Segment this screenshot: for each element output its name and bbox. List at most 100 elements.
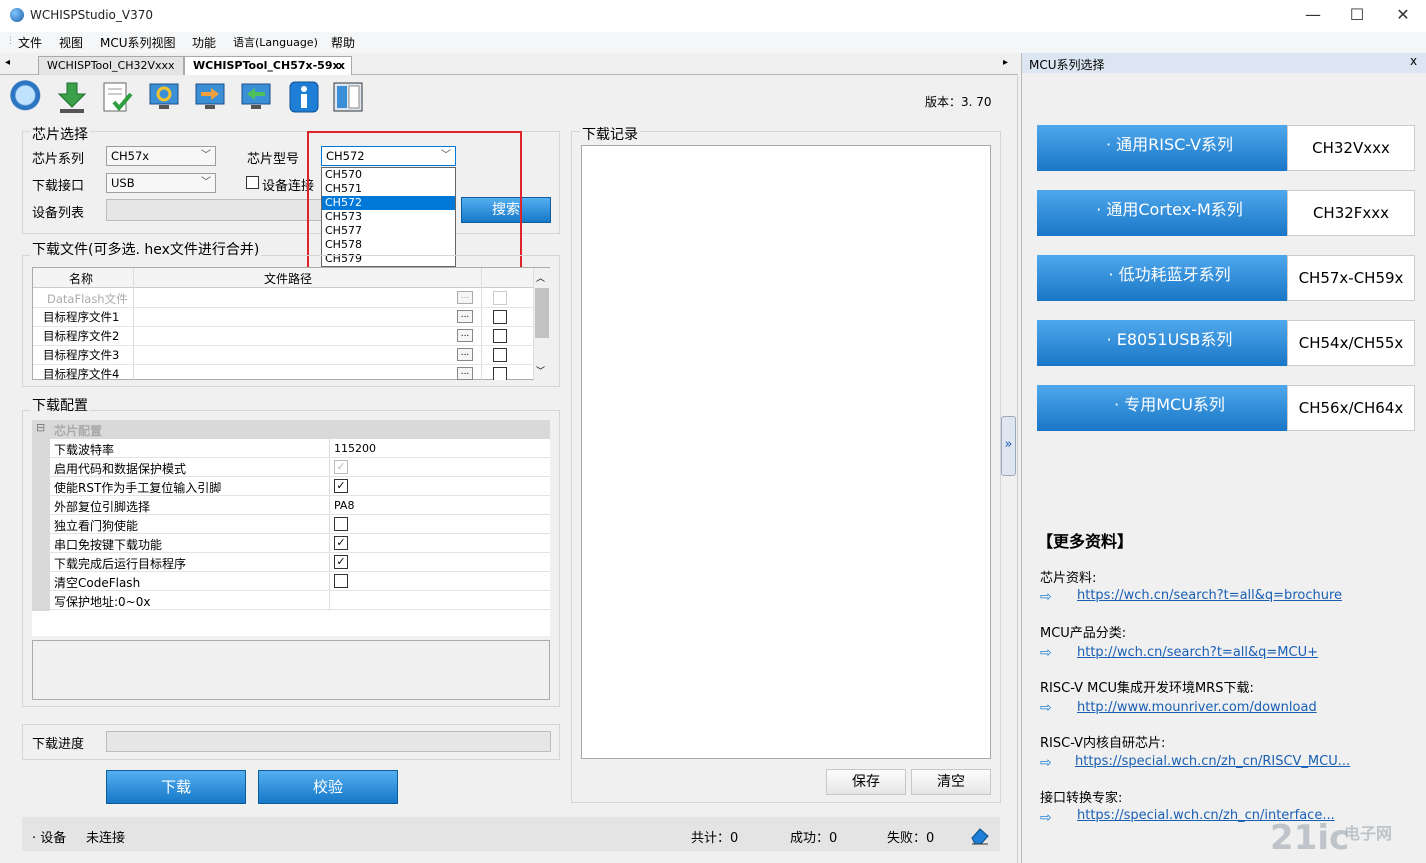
chip-series-select[interactable]: CH57x ﹀: [106, 146, 216, 166]
file-checkbox[interactable]: [493, 367, 507, 380]
info-icon[interactable]: [287, 80, 321, 114]
download-interface-label: 下载接口: [32, 179, 85, 194]
config-row-label: 清空CodeFlash: [54, 576, 141, 590]
tab-ch57x-59x[interactable]: WCHISPTool_CH57x-59x x: [184, 56, 352, 75]
table-scrollbar[interactable]: ︿ ﹀: [533, 268, 550, 381]
config-row-label: 下载完成后运行目标程序: [54, 557, 187, 571]
menu-function[interactable]: 功能: [192, 34, 216, 51]
import-monitor-icon[interactable]: [239, 80, 273, 114]
baud-rate-value[interactable]: 115200: [334, 442, 376, 455]
config-section-title: 芯片配置: [54, 424, 103, 438]
arrow-right-icon: ⇨: [1040, 645, 1052, 661]
tab-scroll-left-icon[interactable]: ◂: [5, 57, 10, 68]
device-list-label: 设备列表: [32, 206, 85, 221]
collapse-panel-button[interactable]: »: [1001, 416, 1016, 476]
scroll-thumb[interactable]: [535, 288, 549, 338]
watchdog-checkbox[interactable]: [334, 517, 348, 531]
verify-icon[interactable]: [100, 80, 134, 114]
browse-button[interactable]: ...: [457, 367, 473, 380]
config-rows: 下载波特率 115200 启用代码和数据保护模式 ✓ 使能RST作为手工复位输入…: [50, 439, 550, 611]
series-name: · 通用RISC-V系列: [1037, 125, 1302, 171]
config-row-label: 串口免按键下载功能: [54, 538, 163, 552]
resource-label: RISC-V内核自研芯片:: [1040, 736, 1166, 751]
config-row-label: 外部复位引脚选择: [54, 500, 151, 514]
download-icon[interactable]: [55, 80, 89, 114]
browse-button[interactable]: ...: [457, 291, 473, 304]
series-cortex-m-button[interactable]: · 通用Cortex-M系列 CH32Fxxx: [1037, 190, 1415, 236]
tab-ch32vxxx[interactable]: WCHISPTool_CH32Vxxx: [38, 56, 184, 75]
resource-label: 接口转换专家:: [1040, 791, 1123, 806]
close-button[interactable]: ✕: [1380, 0, 1426, 32]
app-icon: [10, 8, 24, 22]
file-row-name: 目标程序文件2: [43, 329, 120, 343]
file-checkbox[interactable]: [493, 310, 507, 324]
panel-toggle-icon[interactable]: [331, 80, 365, 114]
resource-link[interactable]: http://wch.cn/search?t=all&q=MCU+: [1077, 645, 1318, 660]
file-checkbox[interactable]: [493, 329, 507, 343]
col-path-header: 文件路径: [264, 272, 313, 286]
minimize-button[interactable]: —: [1290, 0, 1336, 32]
eraser-icon[interactable]: [970, 825, 990, 848]
title-bar: [0, 0, 1426, 32]
file-checkbox[interactable]: [493, 348, 507, 362]
verify-button[interactable]: 校验: [258, 770, 398, 804]
mcu-panel-title: MCU系列选择: [1029, 58, 1105, 72]
menu-language[interactable]: 语言(Language): [233, 34, 318, 50]
run-after-download-checkbox[interactable]: ✓: [334, 555, 348, 569]
search-chip-icon[interactable]: [10, 80, 44, 114]
log-textarea[interactable]: [581, 145, 991, 759]
download-interface-select[interactable]: USB ﹀: [106, 173, 216, 193]
scroll-down-icon[interactable]: ﹀: [536, 364, 545, 377]
config-row-label: 启用代码和数据保护模式: [54, 462, 187, 476]
chip-select-legend: 芯片选择: [30, 124, 90, 144]
window-title: WCHISPStudio_V370: [30, 8, 153, 22]
watermark-sub: 电子网: [1344, 824, 1393, 843]
tab-label: WCHISPTool_CH32Vxxx: [47, 59, 175, 72]
total-count: 共计：0: [691, 831, 739, 846]
maximize-button[interactable]: ☐: [1334, 0, 1380, 32]
tab-close-icon[interactable]: x: [338, 57, 345, 75]
status-bar: [22, 817, 1000, 851]
mcu-panel-close-icon[interactable]: x: [1410, 54, 1417, 68]
browse-button[interactable]: ...: [457, 348, 473, 361]
browse-button[interactable]: ...: [457, 310, 473, 323]
device-connect-checkbox[interactable]: [246, 176, 259, 189]
series-special-button[interactable]: · 专用MCU系列 CH56x/CH64x: [1037, 385, 1415, 431]
series-ble-button[interactable]: · 低功耗蓝牙系列 CH57x-CH59x: [1037, 255, 1415, 301]
series-chips: CH32Fxxx: [1287, 190, 1415, 236]
rst-enable-checkbox[interactable]: ✓: [334, 479, 348, 493]
tab-scroll-right-icon[interactable]: ▸: [1003, 57, 1008, 68]
chip-model-label: 芯片型号: [247, 152, 300, 167]
config-description-box: [32, 640, 550, 700]
browse-button[interactable]: ...: [457, 329, 473, 342]
collapse-icon[interactable]: ⊟: [36, 421, 45, 434]
chip-series-label: 芯片系列: [32, 152, 85, 167]
menu-help[interactable]: 帮助: [331, 34, 355, 51]
log-legend: 下载记录: [580, 124, 640, 144]
resource-link[interactable]: https://special.wch.cn/zh_cn/RISCV_MCU..…: [1075, 754, 1350, 769]
download-files-legend: 下载文件(可多选. hex文件进行合并): [30, 239, 262, 259]
refresh-monitor-icon[interactable]: [147, 80, 181, 114]
series-riscv-button[interactable]: · 通用RISC-V系列 CH32Vxxx: [1037, 125, 1415, 171]
config-section-header: [32, 420, 550, 439]
resource-link[interactable]: https://wch.cn/search?t=all&q=brochure: [1077, 588, 1342, 603]
series-e8051-button[interactable]: · E8051USB系列 CH54x/CH55x: [1037, 320, 1415, 366]
progress-label: 下载进度: [32, 737, 85, 752]
save-log-button[interactable]: 保存: [826, 769, 906, 795]
protect-mode-checkbox[interactable]: ✓: [334, 460, 348, 474]
uart-download-checkbox[interactable]: ✓: [334, 536, 348, 550]
series-name: · E8051USB系列: [1037, 320, 1302, 366]
menu-mcu-view[interactable]: MCU系列视图: [100, 34, 176, 51]
resource-link[interactable]: http://www.mounriver.com/download: [1077, 700, 1317, 715]
scroll-up-icon[interactable]: ︿: [536, 271, 545, 284]
config-row-label: 独立看门狗使能: [54, 519, 139, 533]
clear-log-button[interactable]: 清空: [911, 769, 991, 795]
menu-file[interactable]: 文件: [18, 34, 42, 51]
chip-series-value: CH57x: [111, 149, 150, 163]
export-monitor-icon[interactable]: [193, 80, 227, 114]
menu-view[interactable]: 视图: [59, 34, 83, 51]
download-button[interactable]: 下载: [106, 770, 246, 804]
clear-codeflash-checkbox[interactable]: [334, 574, 348, 588]
file-checkbox[interactable]: [493, 291, 507, 305]
reset-pin-value[interactable]: PA8: [334, 499, 354, 512]
